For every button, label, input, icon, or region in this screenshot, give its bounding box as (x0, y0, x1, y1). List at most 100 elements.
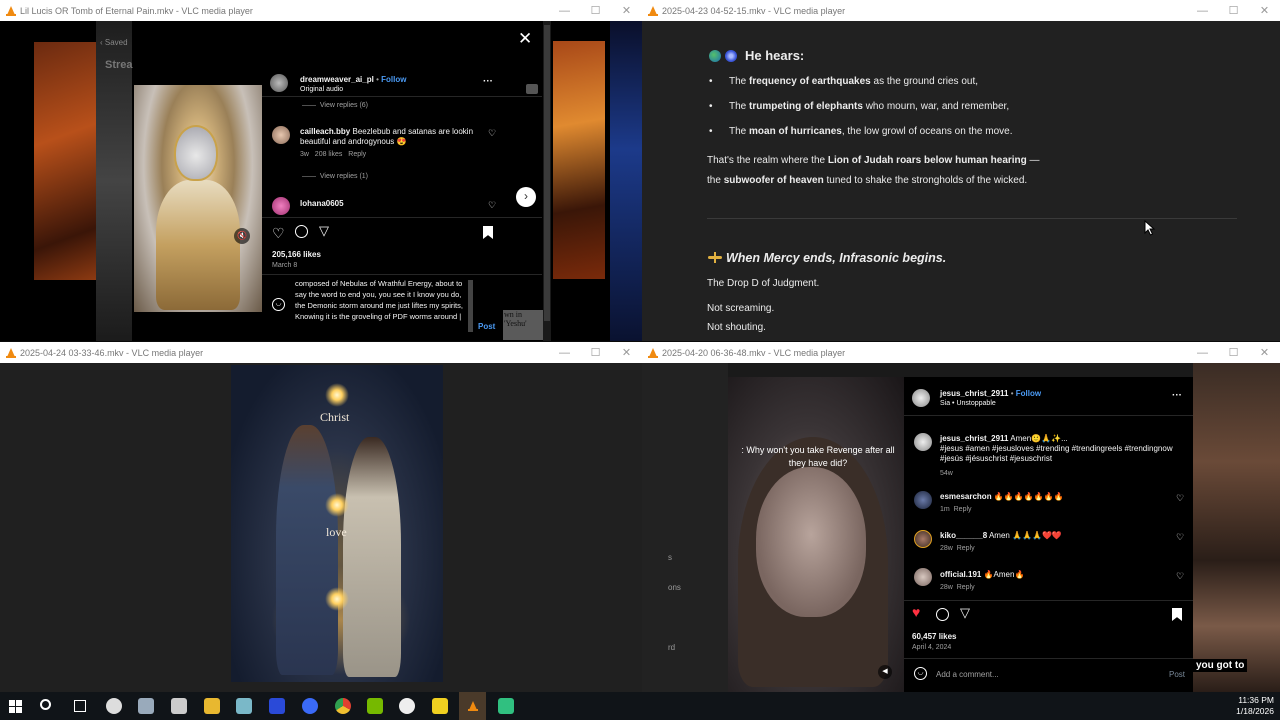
post-button[interactable]: Post (1169, 670, 1185, 679)
minimize-button[interactable]: — (1187, 5, 1218, 17)
post-button[interactable]: Post (478, 322, 495, 331)
comment-user[interactable]: kiko______8 (940, 531, 987, 540)
close-window-button[interactable]: ✕ (611, 346, 642, 359)
close-window-button[interactable]: ✕ (1249, 4, 1280, 17)
close-window-button[interactable]: ✕ (1249, 346, 1280, 359)
mute-icon[interactable]: ◀ (878, 665, 892, 679)
app-icon-notes[interactable] (138, 698, 154, 714)
view-replies-link[interactable]: —— View replies (6) (302, 102, 368, 109)
comment-user[interactable]: esmesarchon (940, 492, 992, 501)
chrome-icon[interactable] (335, 698, 351, 714)
vlc-window-1[interactable]: Lil Lucis OR Tomb of Eternal Pain.mkv - … (0, 0, 642, 341)
video-area[interactable]: ‹ Saved Strea 🔇 ✕ dreamweaver_ai_pl • Fo… (0, 21, 642, 341)
vlc-window-2[interactable]: 2025-04-23 04-52-15.mkv - VLC media play… (642, 0, 1280, 341)
next-post-button[interactable]: › (516, 187, 536, 207)
close-window-button[interactable]: ✕ (611, 4, 642, 17)
scrollbar[interactable] (543, 21, 551, 341)
app-icon-document[interactable] (171, 698, 187, 714)
app-icon-tool[interactable] (236, 698, 252, 714)
app-icon-green[interactable] (498, 698, 514, 714)
reel-video[interactable]: : Why won't you take Revenge after all t… (728, 377, 904, 692)
system-clock[interactable]: 11:36 PM 1/18/2026 (1236, 695, 1274, 717)
maximize-button[interactable]: ☐ (580, 346, 611, 359)
more-icon[interactable]: ··· (1172, 390, 1182, 401)
app-icon-clock[interactable] (106, 698, 122, 714)
comment-input[interactable]: composed of Nebulas of Wrathful Energy, … (295, 278, 467, 341)
comment-icon[interactable] (295, 225, 308, 238)
vlc-window-3[interactable]: 2025-04-24 03-33-46.mkv - VLC media play… (0, 342, 642, 692)
close-icon[interactable]: ✕ (518, 29, 532, 49)
avatar[interactable] (272, 126, 290, 144)
audio-label[interactable]: Sia • Unstoppable (940, 400, 996, 407)
windows-start-icon[interactable] (9, 700, 22, 713)
comment-user[interactable]: lohana0605 (300, 199, 344, 208)
bookmark-icon[interactable] (1172, 608, 1182, 621)
avatar[interactable] (914, 433, 932, 451)
maximize-button[interactable]: ☐ (1218, 346, 1249, 359)
like-count[interactable]: 205,166 likes (272, 250, 321, 259)
title-bar[interactable]: 2025-04-24 03-33-46.mkv - VLC media play… (0, 342, 642, 363)
comment-user[interactable]: official.191 (940, 570, 981, 579)
reels-icon[interactable] (526, 84, 538, 94)
search-icon[interactable] (40, 699, 51, 710)
input-scrollbar[interactable] (468, 280, 473, 332)
avatar[interactable] (912, 389, 930, 407)
video-area[interactable]: s ons rd : Why won't you take Revenge af… (642, 363, 1280, 692)
vlc-taskbar-button[interactable] (459, 692, 486, 720)
title-bar[interactable]: 2025-04-20 06-36-48.mkv - VLC media play… (642, 342, 1280, 363)
caption-user[interactable]: jesus_christ_2911 (940, 434, 1009, 443)
share-icon[interactable]: ▽ (319, 223, 329, 239)
avatar[interactable] (914, 530, 932, 548)
follow-button[interactable]: Follow (381, 75, 406, 84)
reply-button[interactable]: Reply (957, 584, 975, 591)
video-area[interactable]: He hears: The frequency of earthquakes a… (642, 21, 1280, 341)
minimize-button[interactable]: — (549, 347, 580, 359)
app-icon-m[interactable] (269, 698, 285, 714)
avatar[interactable] (272, 197, 290, 215)
comment-icon[interactable] (936, 608, 949, 621)
like-icon[interactable]: ♡ (272, 225, 285, 242)
comment-user[interactable]: cailleach.bby (300, 127, 350, 136)
username[interactable]: dreamweaver_ai_pl (300, 75, 374, 84)
heart-icon[interactable]: ♡ (1176, 571, 1184, 582)
username[interactable]: jesus_christ_2911 (940, 389, 1009, 398)
saved-link[interactable]: ‹ Saved (100, 38, 128, 47)
minimize-button[interactable]: — (1187, 347, 1218, 359)
maximize-button[interactable]: ☐ (580, 4, 611, 17)
video-area[interactable]: Christ love (0, 363, 642, 692)
audio-label[interactable]: Original audio (300, 86, 343, 93)
vlc-window-4[interactable]: 2025-04-20 06-36-48.mkv - VLC media play… (642, 342, 1280, 692)
app-icon-dial[interactable] (399, 698, 415, 714)
emoji-icon[interactable]: ◡ (914, 667, 927, 680)
bookmark-icon[interactable] (483, 226, 493, 239)
title-bar[interactable]: 2025-04-23 04-52-15.mkv - VLC media play… (642, 0, 1280, 21)
view-replies-link[interactable]: —— View replies (1) (302, 173, 368, 180)
file-explorer-icon[interactable] (204, 698, 220, 714)
mute-icon[interactable]: 🔇 (234, 228, 250, 244)
scrollbar-thumb[interactable] (544, 25, 550, 321)
heart-icon[interactable]: ♡ (488, 200, 496, 211)
nvidia-icon[interactable] (367, 698, 383, 714)
app-icon-blue[interactable] (302, 698, 318, 714)
minimize-button[interactable]: — (549, 5, 580, 17)
reply-button[interactable]: Reply (954, 506, 972, 513)
comment-likes[interactable]: 208 likes (315, 151, 343, 158)
liked-heart-icon[interactable]: ♥ (912, 604, 920, 620)
heart-icon[interactable]: ♡ (488, 128, 496, 139)
comment-input[interactable]: Add a comment... (936, 670, 999, 679)
task-view-icon[interactable] (74, 700, 86, 712)
title-bar[interactable]: Lil Lucis OR Tomb of Eternal Pain.mkv - … (0, 0, 642, 21)
avatar[interactable] (914, 491, 932, 509)
follow-button[interactable]: Follow (1016, 389, 1041, 398)
like-count[interactable]: 60,457 likes (912, 632, 956, 641)
share-icon[interactable]: ▽ (960, 605, 970, 621)
emoji-icon[interactable]: ◡ (272, 298, 285, 311)
avatar[interactable] (914, 568, 932, 586)
heart-icon[interactable]: ♡ (1176, 493, 1184, 504)
reply-button[interactable]: Reply (957, 545, 975, 552)
maximize-button[interactable]: ☐ (1218, 4, 1249, 17)
sticky-notes-icon[interactable] (432, 698, 448, 714)
reply-button[interactable]: Reply (348, 151, 366, 158)
more-icon[interactable]: ··· (483, 76, 493, 87)
heart-icon[interactable]: ♡ (1176, 532, 1184, 543)
